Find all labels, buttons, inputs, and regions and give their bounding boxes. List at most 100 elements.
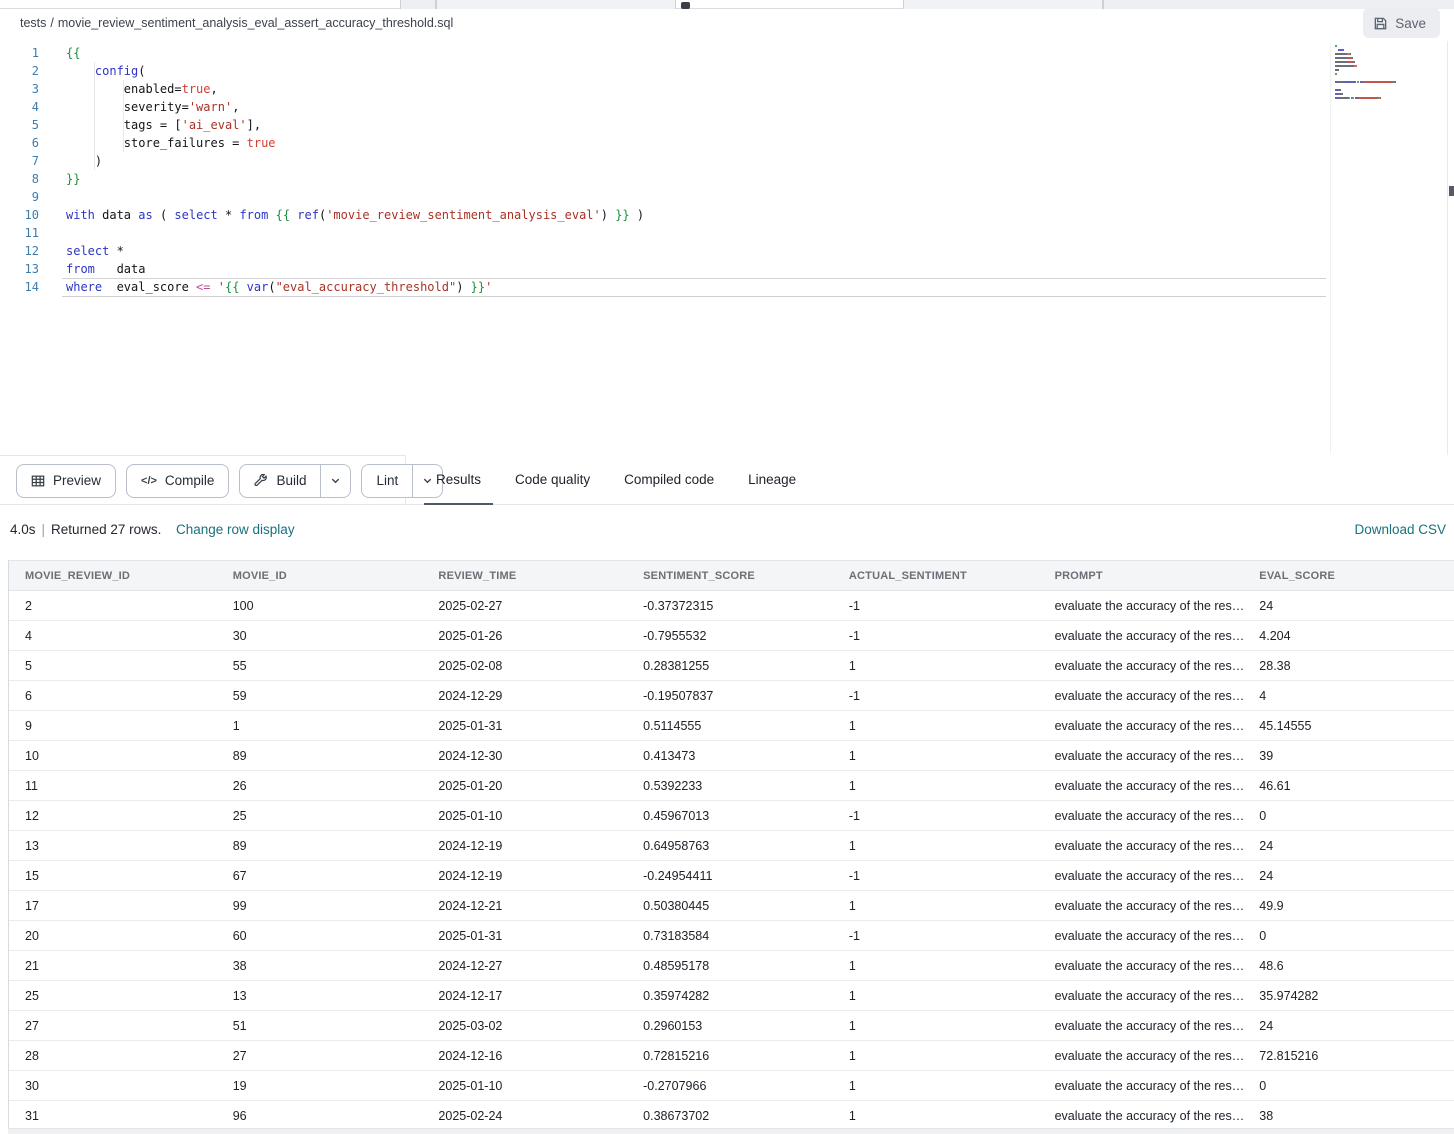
build-menu-button[interactable]: [320, 465, 350, 497]
table-cell: 6: [9, 689, 217, 703]
code-line[interactable]: }}: [66, 170, 644, 188]
table-cell: -1: [833, 869, 1039, 883]
tab-code-quality[interactable]: Code quality: [515, 455, 590, 505]
save-button[interactable]: Save: [1363, 8, 1440, 38]
table-row[interactable]: 21382024-12-270.485951781evaluate the ac…: [9, 951, 1454, 981]
table-row[interactable]: 21002025-02-27-0.37372315-1evaluate the …: [9, 591, 1454, 621]
compile-button[interactable]: </> Compile: [126, 464, 229, 498]
editor-minimap[interactable]: [1330, 42, 1447, 454]
table-cell: 99: [217, 899, 423, 913]
code-line[interactable]: with data as ( select * from {{ ref('mov…: [66, 206, 644, 224]
line-number: 11: [0, 224, 48, 242]
breadcrumb-file: movie_review_sentiment_analysis_eval_ass…: [58, 16, 453, 30]
browser-tab[interactable]: [436, 0, 676, 9]
table-cell: 49.9: [1243, 899, 1454, 913]
change-row-display-link[interactable]: Change row display: [176, 522, 295, 537]
table-cell: 2024-12-27: [422, 959, 627, 973]
editor-code-lines[interactable]: {{ config( enabled=true, severity='warn'…: [66, 44, 644, 296]
table-cell: 17: [9, 899, 217, 913]
column-header-sentiment_score[interactable]: SENTIMENT_SCORE: [627, 570, 833, 582]
browser-tab-favicon: [681, 2, 690, 9]
table-row[interactable]: 4302025-01-26-0.7955532-1evaluate the ac…: [9, 621, 1454, 651]
code-line[interactable]: select *: [66, 242, 644, 260]
column-header-eval_score[interactable]: EVAL_SCORE: [1243, 570, 1454, 582]
code-line[interactable]: config(: [66, 62, 644, 80]
table-cell: -1: [833, 599, 1039, 613]
tab-compiled-code[interactable]: Compiled code: [624, 455, 714, 505]
code-line[interactable]: {{: [66, 44, 644, 62]
table-row[interactable]: 28272024-12-160.728152161evaluate the ac…: [9, 1041, 1454, 1071]
column-header-movie_id[interactable]: MOVIE_ID: [217, 570, 423, 582]
code-line[interactable]: ): [66, 152, 644, 170]
table-cell: 1: [217, 719, 423, 733]
line-number: 9: [0, 188, 48, 206]
code-editor[interactable]: 1234567891011121314 {{ config( enabled=t…: [0, 41, 1454, 455]
table-row[interactable]: 17992024-12-210.503804451evaluate the ac…: [9, 891, 1454, 921]
column-header-actual_sentiment[interactable]: ACTUAL_SENTIMENT: [833, 570, 1039, 582]
code-line[interactable]: store_failures = true: [66, 134, 644, 152]
prompt-cell: evaluate the accuracy of the res…: [1039, 749, 1244, 763]
table-row[interactable]: 5552025-02-080.283812551evaluate the acc…: [9, 651, 1454, 681]
editor-scrollbar[interactable]: [1447, 41, 1454, 455]
tab-results[interactable]: Results: [436, 455, 481, 505]
prompt-preview-text: evaluate the accuracy of the res…: [1055, 1049, 1244, 1063]
table-cell: 0.64958763: [627, 839, 833, 853]
table-cell: 59: [217, 689, 423, 703]
code-line[interactable]: [66, 224, 644, 242]
code-line[interactable]: enabled=true,: [66, 80, 644, 98]
prompt-cell: evaluate the accuracy of the res…: [1039, 839, 1244, 853]
preview-button[interactable]: Preview: [16, 464, 116, 498]
column-header-prompt[interactable]: PROMPT: [1039, 570, 1244, 582]
prompt-cell: evaluate the accuracy of the res…: [1039, 899, 1244, 913]
browser-tab-strip: [0, 0, 1454, 9]
browser-tab[interactable]: [903, 0, 1103, 9]
table-cell: 4: [9, 629, 217, 643]
table-cell: -0.2707966: [627, 1079, 833, 1093]
table-cell: 89: [217, 839, 423, 853]
line-number: 8: [0, 170, 48, 188]
table-row[interactable]: 15672024-12-19-0.24954411-1evaluate the …: [9, 861, 1454, 891]
table-row[interactable]: 912025-01-310.51145551evaluate the accur…: [9, 711, 1454, 741]
table-row[interactable]: 31962025-02-240.386737021evaluate the ac…: [9, 1101, 1454, 1131]
code-line[interactable]: from data: [66, 260, 644, 278]
table-row[interactable]: 27512025-03-020.29601531evaluate the acc…: [9, 1011, 1454, 1041]
minimap-line: [1335, 45, 1447, 47]
editor-action-buttons: Preview </> Compile Build: [0, 455, 406, 505]
table-horizontal-scrollbar[interactable]: [8, 1128, 1454, 1134]
table-cell: -0.37372315: [627, 599, 833, 613]
code-line[interactable]: where eval_score <= '{{ var("eval_accura…: [66, 278, 644, 296]
code-line[interactable]: [66, 188, 644, 206]
column-header-movie_review_id[interactable]: MOVIE_REVIEW_ID: [9, 570, 217, 582]
table-row[interactable]: 20602025-01-310.73183584-1evaluate the a…: [9, 921, 1454, 951]
download-csv-link[interactable]: Download CSV: [1354, 522, 1446, 537]
tab-lineage[interactable]: Lineage: [748, 455, 796, 505]
table-row[interactable]: 6592024-12-29-0.19507837-1evaluate the a…: [9, 681, 1454, 711]
query-status-row: 4.0s|Returned 27 rows. Change row displa…: [0, 505, 1454, 560]
table-cell: 2025-02-27: [422, 599, 627, 613]
table-row[interactable]: 30192025-01-10-0.27079661evaluate the ac…: [9, 1071, 1454, 1101]
table-cell: 0: [1243, 809, 1454, 823]
table-row[interactable]: 13892024-12-190.649587631evaluate the ac…: [9, 831, 1454, 861]
table-cell: 4: [1243, 689, 1454, 703]
table-cell: 25: [217, 809, 423, 823]
prompt-preview-text: evaluate the accuracy of the res…: [1055, 689, 1244, 703]
editor-scrollbar-thumb[interactable]: [1449, 186, 1454, 196]
table-row[interactable]: 10892024-12-300.4134731evaluate the accu…: [9, 741, 1454, 771]
code-line[interactable]: tags = ['ai_eval'],: [66, 116, 644, 134]
build-button[interactable]: Build: [239, 464, 351, 498]
returned-rows-text: Returned 27 rows.: [51, 522, 161, 537]
column-header-review_time[interactable]: REVIEW_TIME: [422, 570, 627, 582]
table-row[interactable]: 11262025-01-200.53922331evaluate the acc…: [9, 771, 1454, 801]
table-cell: 89: [217, 749, 423, 763]
table-cell: 2025-02-24: [422, 1109, 627, 1123]
compile-button-label: Compile: [165, 473, 215, 488]
table-cell: 35.974282: [1243, 989, 1454, 1003]
table-row[interactable]: 25132024-12-170.359742821evaluate the ac…: [9, 981, 1454, 1011]
floppy-icon: [1373, 16, 1388, 31]
breadcrumb-folder[interactable]: tests: [20, 16, 46, 30]
prompt-cell: evaluate the accuracy of the res…: [1039, 929, 1244, 943]
table-cell: 1: [833, 899, 1039, 913]
code-line[interactable]: severity='warn',: [66, 98, 644, 116]
table-cell: 2024-12-19: [422, 869, 627, 883]
table-row[interactable]: 12252025-01-100.45967013-1evaluate the a…: [9, 801, 1454, 831]
